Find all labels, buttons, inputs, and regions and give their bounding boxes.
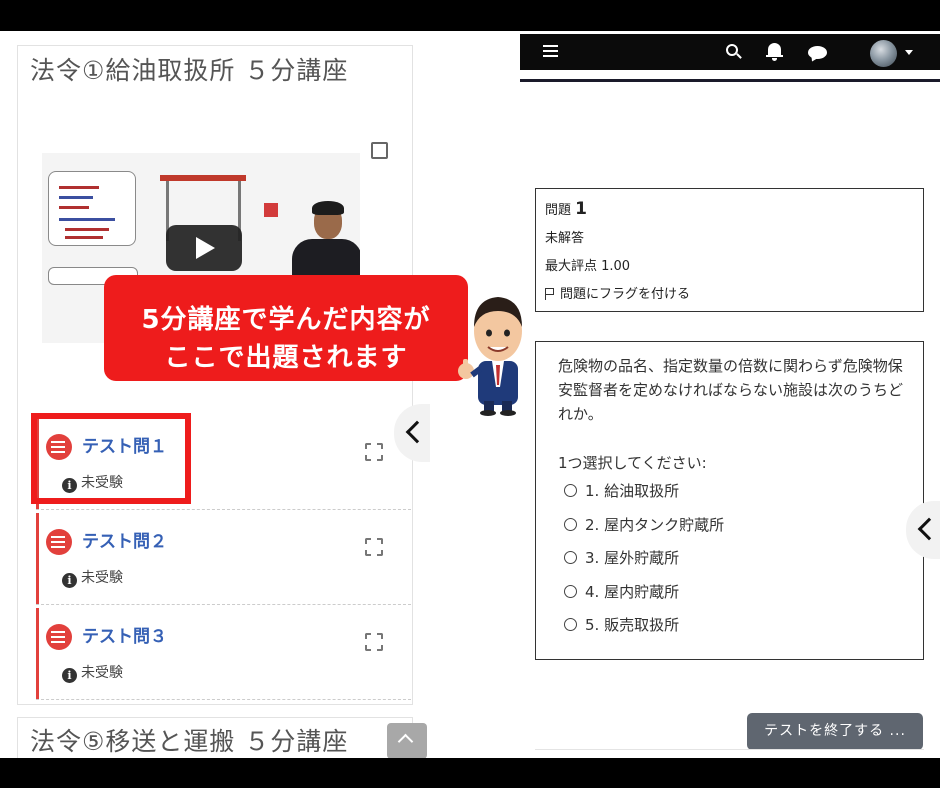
answer-option[interactable]: 2. 屋内タンク貯蔵所 (564, 514, 724, 535)
video-station-roof (160, 175, 246, 181)
video-completion-checkbox[interactable] (371, 142, 388, 159)
question-max-score: 最大評点 1.00 (545, 259, 631, 274)
question-text: 危険物の品名、指定数量の倍数に関わらず危険物保安監督者を定めなければならない施設… (558, 357, 904, 423)
play-icon (196, 237, 215, 259)
video-slide-diagram (48, 171, 136, 246)
highlight-frame (31, 413, 191, 504)
course-card: 法令⑤移送と運搬 ５分講座 (17, 717, 413, 758)
chevron-left-icon (405, 420, 429, 444)
course-list-panel: 法令①給油取扱所 ５分講座 テスト問１ i 未受験 テスト問２ i 未受験 テス… (0, 31, 430, 758)
quiz-completion-checkbox[interactable] (365, 633, 383, 651)
answer-prompt: 1つ選択してください: (558, 454, 707, 472)
callout-banner: 5分講座で学んだ内容が ここで出題されます (104, 275, 468, 381)
radio-button[interactable] (564, 618, 577, 631)
chevron-left-icon (917, 517, 940, 541)
quiz-status: i 未受験 (62, 567, 123, 588)
callout-line: ここで出題されます (164, 343, 408, 373)
quiz-accent-bar (36, 513, 39, 605)
quiz-completion-checkbox[interactable] (365, 538, 383, 556)
quiz-completion-checkbox[interactable] (365, 443, 383, 461)
screen-canvas: 法令①給油取扱所 ５分講座 テスト問１ i 未受験 テスト問２ i 未受験 テス… (0, 31, 940, 758)
top-navbar (520, 34, 940, 70)
answer-option[interactable]: 1. 給油取扱所 (564, 480, 679, 501)
question-number: 問題 1 (545, 199, 587, 219)
quiz-icon (46, 529, 72, 555)
chevron-up-icon (397, 733, 414, 750)
mascot-illustration (458, 297, 522, 416)
flag-question-link[interactable]: 問題にフラグを付ける (545, 283, 690, 302)
quiz-icon (46, 624, 72, 650)
question-info-box: 問題 1 未解答 最大評点 1.00 問題にフラグを付ける (535, 188, 924, 312)
radio-button[interactable] (564, 518, 577, 531)
quiz-accent-bar (36, 608, 39, 700)
question-body: 危険物の品名、指定数量の倍数に関わらず危険物保安監督者を定めなければならない施設… (535, 341, 924, 660)
video-red-marker (264, 203, 278, 217)
answer-option[interactable]: 3. 屋外貯蔵所 (564, 547, 679, 568)
quiz-link[interactable]: テスト問２ (82, 527, 167, 552)
course-title: 法令①給油取扱所 ５分講座 (30, 56, 349, 85)
question-state: 未解答 (545, 231, 585, 246)
footer-divider (535, 749, 924, 750)
quiz-item[interactable]: テスト問２ i 未受験 (36, 513, 414, 605)
info-icon: i (62, 668, 77, 683)
radio-button[interactable] (564, 551, 577, 564)
quiz-panel: 問題 1 未解答 最大評点 1.00 問題にフラグを付ける 危険物の品名、指定数… (520, 31, 940, 758)
navbar-divider (520, 79, 940, 82)
course-title: 法令⑤移送と運搬 ５分講座 (30, 727, 349, 756)
finish-attempt-button[interactable]: テストを終了する ... (747, 713, 923, 750)
flag-icon (545, 288, 554, 300)
video-presenter-hair (312, 201, 344, 215)
radio-button[interactable] (564, 585, 577, 598)
quiz-status: i 未受験 (62, 662, 123, 683)
info-icon: i (62, 573, 77, 588)
answer-option[interactable]: 4. 屋内貯蔵所 (564, 581, 679, 602)
back-to-top-button[interactable] (387, 723, 427, 758)
callout-line: 5分講座で学んだ内容が (141, 305, 431, 335)
answer-option[interactable]: 5. 販売取扱所 (564, 614, 679, 635)
quiz-item[interactable]: テスト問３ i 未受験 (36, 608, 414, 700)
menu-icon[interactable] (543, 45, 558, 60)
avatar[interactable] (870, 40, 897, 67)
quiz-link[interactable]: テスト問３ (82, 622, 167, 647)
radio-button[interactable] (564, 484, 577, 497)
caret-down-icon[interactable] (905, 50, 913, 55)
play-button[interactable] (166, 225, 242, 271)
